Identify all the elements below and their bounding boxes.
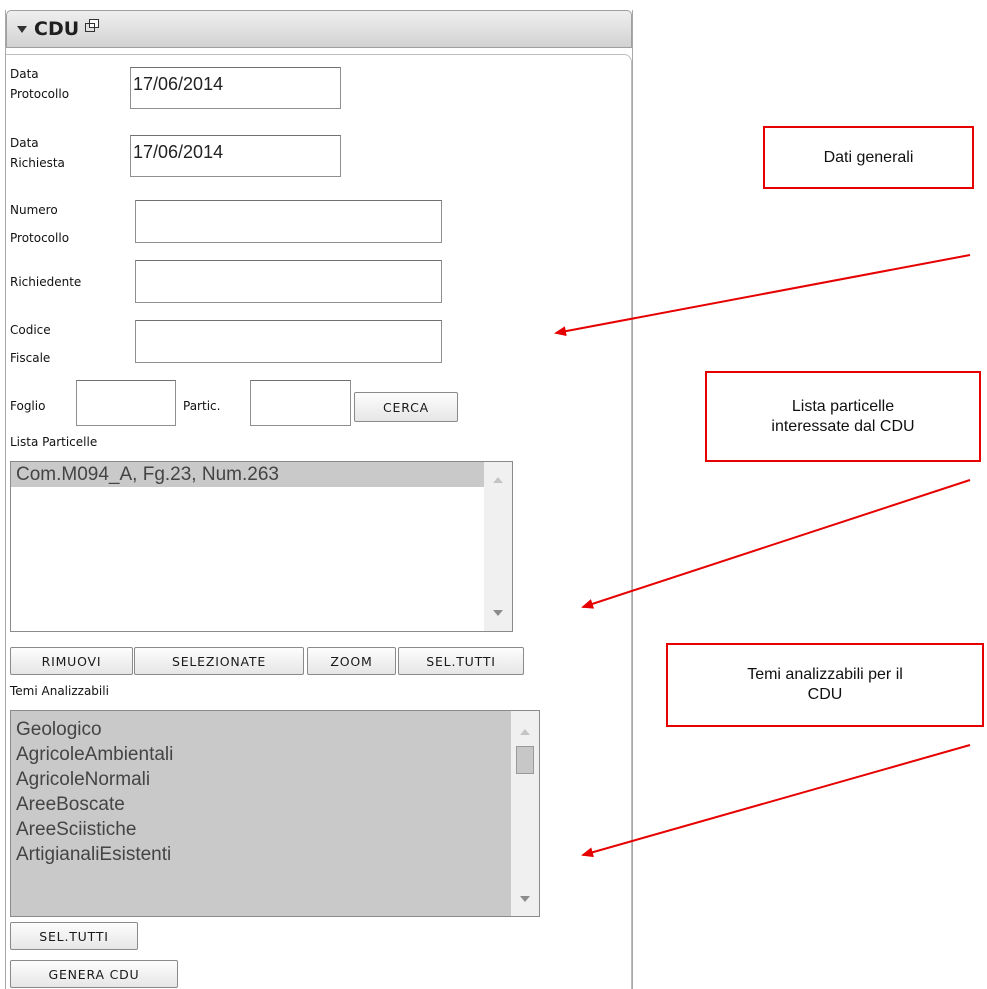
partic-label: Partic. xyxy=(183,399,221,413)
scrollbar[interactable] xyxy=(511,711,539,916)
scroll-down-arrow-icon[interactable] xyxy=(520,896,530,902)
scroll-up-arrow-icon[interactable] xyxy=(520,729,530,735)
sel-tutti-temi-button[interactable]: SEL.TUTTI xyxy=(10,922,138,950)
panel-header[interactable]: CDU xyxy=(6,10,632,48)
scroll-up-arrow-icon[interactable] xyxy=(493,477,503,483)
popout-window-icon[interactable] xyxy=(85,19,100,33)
list-item[interactable]: Com.M094_A, Fg.23, Num.263 xyxy=(11,462,484,487)
lista-particelle-label: Lista Particelle xyxy=(10,435,98,449)
rimuovi-button[interactable]: RIMUOVI xyxy=(10,647,133,675)
foglio-label: Foglio xyxy=(10,399,46,413)
list-item[interactable]: AreeBoscate xyxy=(11,792,511,817)
temi-listbox[interactable]: Geologico AgricoleAmbientali AgricoleNor… xyxy=(10,710,540,917)
genera-cdu-button[interactable]: GENERA CDU xyxy=(10,960,178,988)
dati-generali-callout: Dati generali xyxy=(763,126,974,189)
numero-protocollo-label: Numero Protocollo xyxy=(10,203,70,245)
data-richiesta-field[interactable]: 17/06/2014 xyxy=(130,135,341,177)
richiedente-label: Richiedente xyxy=(10,275,82,289)
list-item[interactable]: AgricoleAmbientali xyxy=(11,742,511,767)
scrollbar[interactable] xyxy=(484,462,512,631)
selezionate-button[interactable]: SELEZIONATE xyxy=(134,647,304,675)
panel-title: CDU xyxy=(34,18,80,40)
temi-callout: Temi analizzabili per il CDU xyxy=(666,643,984,727)
foglio-field[interactable] xyxy=(76,380,176,426)
data-richiesta-label: Data Richiesta xyxy=(10,136,65,170)
list-item[interactable]: AgricoleNormali xyxy=(11,767,511,792)
codice-fiscale-field[interactable] xyxy=(135,320,442,363)
data-protocollo-field[interactable]: 17/06/2014 xyxy=(130,67,341,109)
codice-fiscale-label: Codice Fiscale xyxy=(10,323,51,365)
lista-particelle-listbox[interactable]: Com.M094_A, Fg.23, Num.263 xyxy=(10,461,513,632)
cerca-button[interactable]: CERCA xyxy=(354,392,458,422)
zoom-button[interactable]: ZOOM xyxy=(307,647,396,675)
collapse-triangle-icon[interactable] xyxy=(17,26,27,33)
partic-field[interactable] xyxy=(250,380,351,426)
list-item[interactable]: ArtigianaliEsistenti xyxy=(11,842,511,867)
arrow-lista-particelle xyxy=(581,479,971,609)
richiedente-field[interactable] xyxy=(135,260,442,303)
sel-tutti-particelle-button[interactable]: SEL.TUTTI xyxy=(398,647,524,675)
arrow-temi xyxy=(581,744,971,858)
scroll-down-arrow-icon[interactable] xyxy=(493,610,503,616)
scroll-thumb[interactable] xyxy=(516,746,534,774)
data-protocollo-label: Data Protocollo xyxy=(10,67,70,101)
list-item[interactable]: AreeSciistiche xyxy=(11,817,511,842)
temi-analizzabili-label: Temi Analizzabili xyxy=(10,684,109,698)
numero-protocollo-field[interactable] xyxy=(135,200,442,243)
lista-particelle-callout: Lista particelle interessate dal CDU xyxy=(705,371,981,462)
list-item[interactable]: Geologico xyxy=(11,717,511,742)
